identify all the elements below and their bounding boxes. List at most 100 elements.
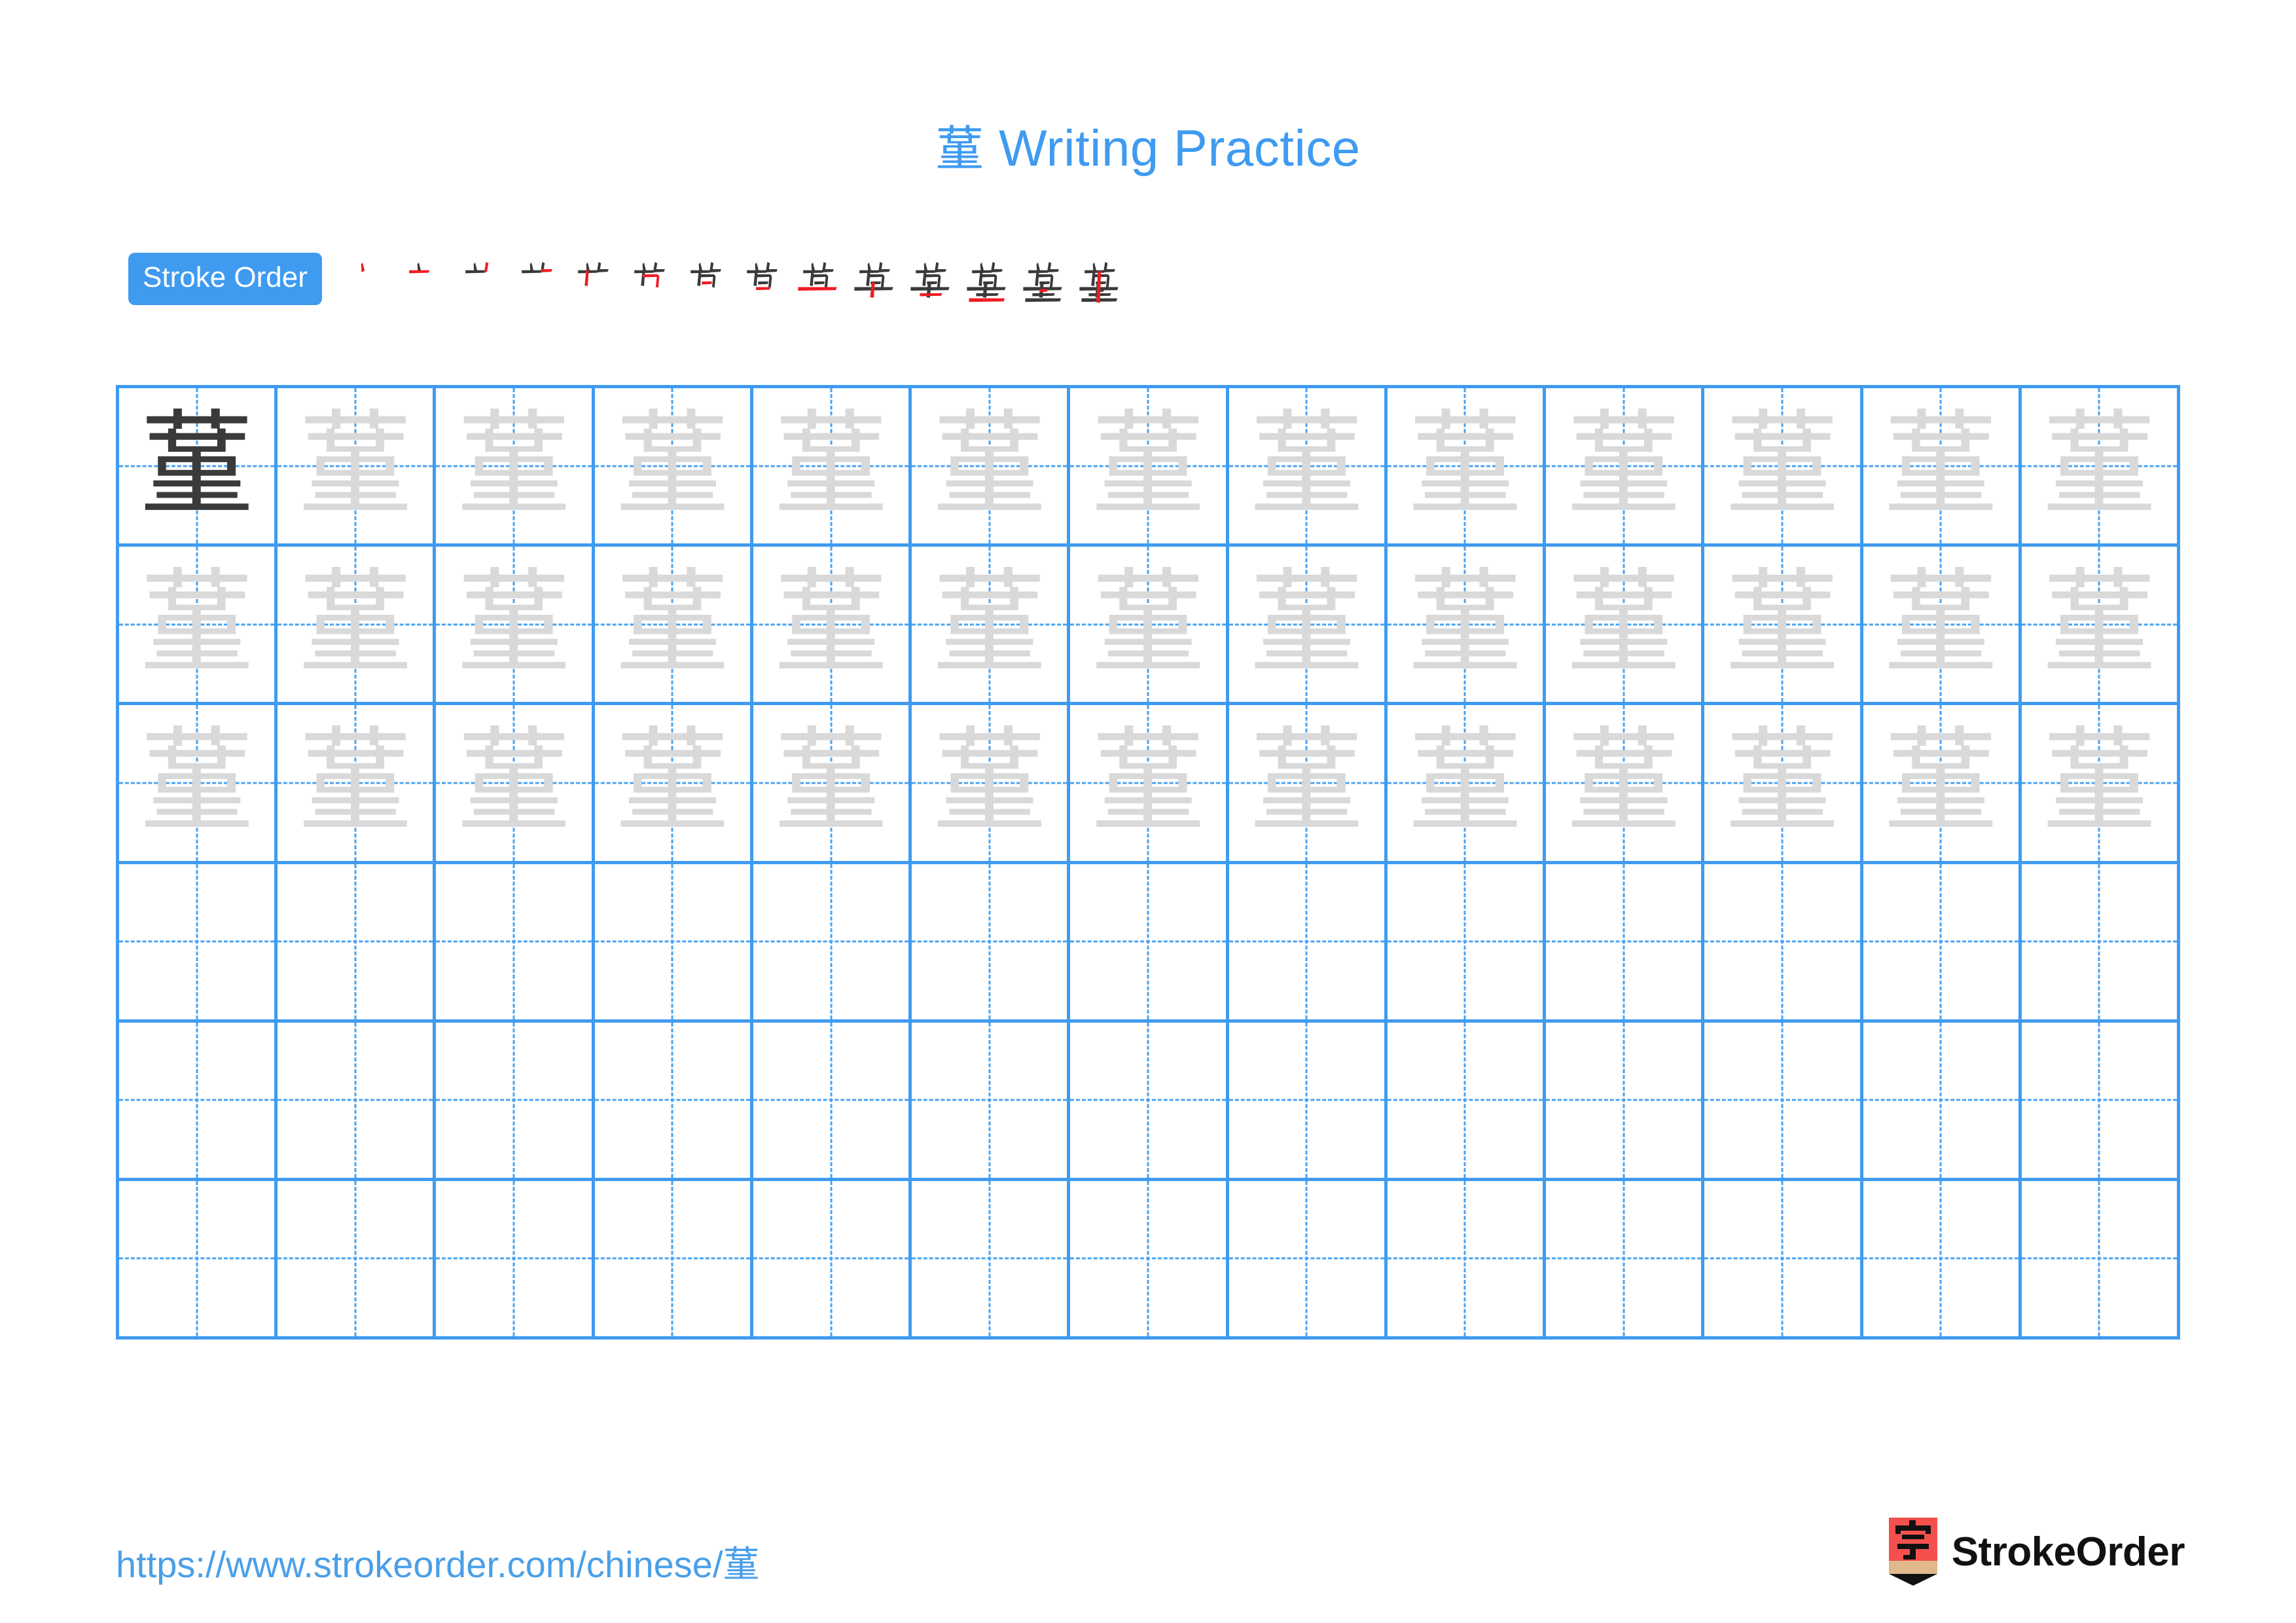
trace-character: 蓳 (615, 399, 730, 533)
practice-cell-r6-c3[interactable] (436, 1180, 595, 1340)
practice-cell-r1-c11[interactable]: 蓳 (1704, 388, 1863, 547)
practice-cell-r4-c13[interactable] (2021, 864, 2180, 1023)
stroke-step-2 (395, 253, 452, 304)
trace-character: 蓳 (139, 558, 255, 691)
practice-cell-r1-c13[interactable]: 蓳 (2021, 388, 2180, 547)
practice-cell-r5-c6[interactable] (912, 1022, 1071, 1181)
practice-cell-r3-c11[interactable]: 蓳 (1704, 705, 1863, 864)
practice-cell-r5-c2[interactable] (278, 1022, 437, 1181)
practice-cell-r2-c1[interactable]: 蓳 (119, 547, 278, 706)
practice-cell-r1-c4[interactable]: 蓳 (594, 388, 753, 547)
practice-cell-r4-c11[interactable] (1704, 864, 1863, 1023)
practice-cell-r3-c10[interactable]: 蓳 (1546, 705, 1705, 864)
practice-cell-r3-c9[interactable]: 蓳 (1387, 705, 1547, 864)
practice-cell-r2-c3[interactable]: 蓳 (436, 547, 595, 706)
brand-logo[interactable]: StrokeOrder (1888, 1518, 2185, 1586)
practice-cell-r3-c3[interactable]: 蓳 (436, 705, 595, 864)
stroke-step-7 (677, 253, 733, 304)
practice-cell-r4-c3[interactable] (436, 864, 595, 1023)
practice-cell-r4-c6[interactable] (912, 864, 1071, 1023)
practice-cell-r2-c7[interactable]: 蓳 (1070, 547, 1229, 706)
practice-cell-r2-c5[interactable]: 蓳 (753, 547, 912, 706)
practice-cell-r1-c3[interactable]: 蓳 (436, 388, 595, 547)
footer-url[interactable]: https://www.strokeorder.com/chinese/蓳 (116, 1535, 760, 1588)
practice-cell-r6-c1[interactable] (119, 1180, 278, 1340)
practice-cell-r3-c12[interactable]: 蓳 (1863, 705, 2022, 864)
trace-character: 蓳 (1090, 716, 1206, 850)
practice-cell-r2-c12[interactable]: 蓳 (1863, 547, 2022, 706)
practice-cell-r5-c10[interactable] (1546, 1022, 1705, 1181)
practice-cell-r3-c8[interactable]: 蓳 (1229, 705, 1388, 864)
practice-cell-r2-c4[interactable]: 蓳 (594, 547, 753, 706)
trace-character: 蓳 (1407, 716, 1522, 850)
practice-cell-r3-c4[interactable]: 蓳 (594, 705, 753, 864)
practice-cell-r5-c8[interactable] (1229, 1022, 1388, 1181)
practice-cell-r1-c1[interactable]: 蓳 (119, 388, 278, 547)
practice-cell-r4-c8[interactable] (1229, 864, 1388, 1023)
practice-cell-r4-c5[interactable] (753, 864, 912, 1023)
practice-cell-r5-c11[interactable] (1704, 1022, 1863, 1181)
trace-character: 蓳 (1883, 716, 1998, 850)
stroke-step-3 (452, 253, 508, 304)
practice-cell-r1-c10[interactable]: 蓳 (1546, 388, 1705, 547)
practice-cell-r5-c7[interactable] (1070, 1022, 1229, 1181)
practice-cell-r3-c2[interactable]: 蓳 (278, 705, 437, 864)
practice-cell-r4-c10[interactable] (1546, 864, 1705, 1023)
practice-cell-r2-c13[interactable]: 蓳 (2021, 547, 2180, 706)
practice-cell-r3-c1[interactable]: 蓳 (119, 705, 278, 864)
practice-cell-r1-c12[interactable]: 蓳 (1863, 388, 2022, 547)
practice-cell-r4-c2[interactable] (278, 864, 437, 1023)
practice-cell-r3-c13[interactable]: 蓳 (2021, 705, 2180, 864)
practice-cell-r1-c6[interactable]: 蓳 (912, 388, 1071, 547)
practice-cell-r6-c7[interactable] (1070, 1180, 1229, 1340)
practice-cell-r3-c6[interactable]: 蓳 (912, 705, 1071, 864)
practice-cell-r6-c8[interactable] (1229, 1180, 1388, 1340)
practice-cell-r2-c8[interactable]: 蓳 (1229, 547, 1388, 706)
stroke-step-glyph-10 (854, 262, 893, 298)
practice-cell-r6-c13[interactable] (2021, 1180, 2180, 1340)
practice-cell-r5-c3[interactable] (436, 1022, 595, 1181)
brand-name: StrokeOrder (1951, 1529, 2185, 1575)
stroke-order-step-list (339, 253, 1127, 304)
practice-cell-r1-c2[interactable]: 蓳 (278, 388, 437, 547)
practice-cell-r4-c1[interactable] (119, 864, 278, 1023)
trace-character: 蓳 (1249, 399, 1364, 533)
practice-cell-r5-c12[interactable] (1863, 1022, 2022, 1181)
practice-cell-r6-c12[interactable] (1863, 1180, 2022, 1340)
practice-cell-r5-c5[interactable] (753, 1022, 912, 1181)
practice-cell-r6-c10[interactable] (1546, 1180, 1705, 1340)
practice-cell-r1-c8[interactable]: 蓳 (1229, 388, 1388, 547)
practice-cell-r1-c7[interactable]: 蓳 (1070, 388, 1229, 547)
practice-cell-r4-c4[interactable] (594, 864, 753, 1023)
practice-cell-r6-c4[interactable] (594, 1180, 753, 1340)
practice-cell-r6-c6[interactable] (912, 1180, 1071, 1340)
stroke-step-glyph-13 (1023, 262, 1062, 302)
practice-cell-r4-c9[interactable] (1387, 864, 1547, 1023)
practice-cell-r5-c13[interactable] (2021, 1022, 2180, 1181)
practice-cell-r2-c11[interactable]: 蓳 (1704, 547, 1863, 706)
practice-cell-r6-c9[interactable] (1387, 1180, 1547, 1340)
practice-cell-r5-c4[interactable] (594, 1022, 753, 1181)
practice-cell-r1-c9[interactable]: 蓳 (1387, 388, 1547, 547)
practice-cell-r1-c5[interactable]: 蓳 (753, 388, 912, 547)
trace-character: 蓳 (1566, 399, 1681, 533)
practice-cell-r5-c9[interactable] (1387, 1022, 1547, 1181)
practice-cell-r2-c2[interactable]: 蓳 (278, 547, 437, 706)
practice-cell-r2-c6[interactable]: 蓳 (912, 547, 1071, 706)
practice-cell-r4-c7[interactable] (1070, 864, 1229, 1023)
trace-character: 蓳 (1249, 558, 1364, 691)
practice-cell-r5-c1[interactable] (119, 1022, 278, 1181)
practice-cell-r6-c5[interactable] (753, 1180, 912, 1340)
stroke-step-glyph-1 (361, 263, 365, 272)
practice-cell-r6-c2[interactable] (278, 1180, 437, 1340)
practice-cell-r3-c7[interactable]: 蓳 (1070, 705, 1229, 864)
trace-character: 蓳 (456, 558, 571, 691)
practice-cell-r3-c5[interactable]: 蓳 (753, 705, 912, 864)
practice-cell-r4-c12[interactable] (1863, 864, 2022, 1023)
practice-cell-r2-c10[interactable]: 蓳 (1546, 547, 1705, 706)
trace-character: 蓳 (615, 716, 730, 850)
practice-cell-r6-c11[interactable] (1704, 1180, 1863, 1340)
page-title-character: 蓳 (935, 121, 984, 177)
practice-cell-r2-c9[interactable]: 蓳 (1387, 547, 1547, 706)
pencil-logo-icon (1888, 1518, 1937, 1586)
